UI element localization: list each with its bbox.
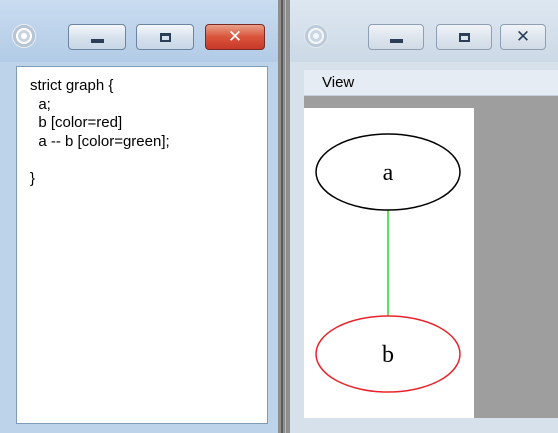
editor-titlebar[interactable]: ✕ xyxy=(0,0,278,62)
graph-drawing: ab xyxy=(315,133,461,393)
close-button[interactable]: ✕ xyxy=(500,24,546,50)
code-line: b [color=red] xyxy=(30,114,123,131)
minimize-button[interactable] xyxy=(368,24,424,50)
minimize-icon xyxy=(389,38,403,43)
graph-canvas: ab xyxy=(304,96,558,418)
graph-node-label-b: b xyxy=(382,342,394,368)
minimize-icon xyxy=(90,38,104,43)
app-icon[interactable] xyxy=(304,24,328,48)
app-icon[interactable] xyxy=(12,24,36,48)
close-icon: ✕ xyxy=(227,26,243,47)
code-line: } xyxy=(30,169,36,187)
close-icon: ✕ xyxy=(515,26,531,47)
code-line: a; xyxy=(30,95,51,113)
viewer-titlebar[interactable]: ✕ xyxy=(290,0,558,62)
maximize-icon xyxy=(159,32,171,42)
menu-bar: View xyxy=(304,70,558,96)
close-button[interactable]: ✕ xyxy=(205,24,265,50)
maximize-icon xyxy=(458,32,470,42)
code-line: a -- b [color=green]; xyxy=(30,132,170,150)
editor-window: ✕ strict graph { a; b [color=red] a -- b… xyxy=(0,0,278,433)
maximize-button[interactable] xyxy=(436,24,492,50)
graph-panel: ab xyxy=(304,108,474,418)
graph-node-label-a: a xyxy=(383,160,394,186)
window-divider xyxy=(278,0,290,433)
code-line: strict graph { xyxy=(30,77,114,94)
minimize-button[interactable] xyxy=(68,24,126,50)
menu-view[interactable]: View xyxy=(322,74,354,91)
viewer-window: ✕ View ab xyxy=(290,0,558,433)
maximize-button[interactable] xyxy=(136,24,194,50)
code-editor[interactable]: strict graph { a; b [color=red] a -- b [… xyxy=(16,66,268,424)
